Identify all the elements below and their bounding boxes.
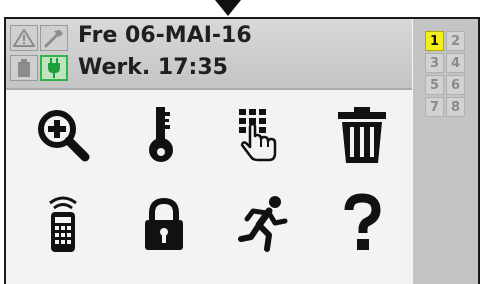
trash-icon[interactable] [332, 105, 392, 165]
zone-key-7[interactable]: 7 [425, 97, 444, 117]
mains-plug-icon[interactable] [40, 55, 68, 81]
zone-key-2[interactable]: 2 [446, 31, 465, 51]
zone-keypad-panel: 1 2 3 4 5 6 7 8 [413, 19, 478, 284]
status-indicators [10, 25, 72, 83]
date-display: Fre 06-MAI-16 [78, 23, 252, 48]
zoom-in-icon[interactable] [33, 105, 93, 165]
zone-key-4[interactable]: 4 [446, 53, 465, 73]
zone-key-8[interactable]: 8 [446, 97, 465, 117]
menu-icon-grid [6, 90, 412, 284]
question-mark-icon[interactable] [332, 193, 392, 253]
key-icon[interactable] [134, 105, 194, 165]
zone-key-3[interactable]: 3 [425, 53, 444, 73]
running-person-icon[interactable] [233, 193, 293, 253]
keypad-touch-icon[interactable] [233, 105, 293, 165]
zone-key-5[interactable]: 5 [425, 75, 444, 95]
time-display: Werk. 17:35 [78, 55, 228, 80]
hammer-icon[interactable] [40, 25, 68, 51]
zone-key-1[interactable]: 1 [425, 31, 444, 51]
remote-control-icon[interactable] [33, 193, 93, 253]
lcd-screen: Fre 06-MAI-16 Werk. 17:35 1 2 3 4 5 6 7 … [4, 17, 480, 284]
battery-icon[interactable] [10, 55, 38, 81]
padlock-icon[interactable] [134, 193, 194, 253]
top-pointer-arrow [215, 0, 241, 16]
zone-key-6[interactable]: 6 [446, 75, 465, 95]
warning-icon[interactable] [10, 25, 38, 51]
status-header: Fre 06-MAI-16 Werk. 17:35 [6, 19, 412, 88]
